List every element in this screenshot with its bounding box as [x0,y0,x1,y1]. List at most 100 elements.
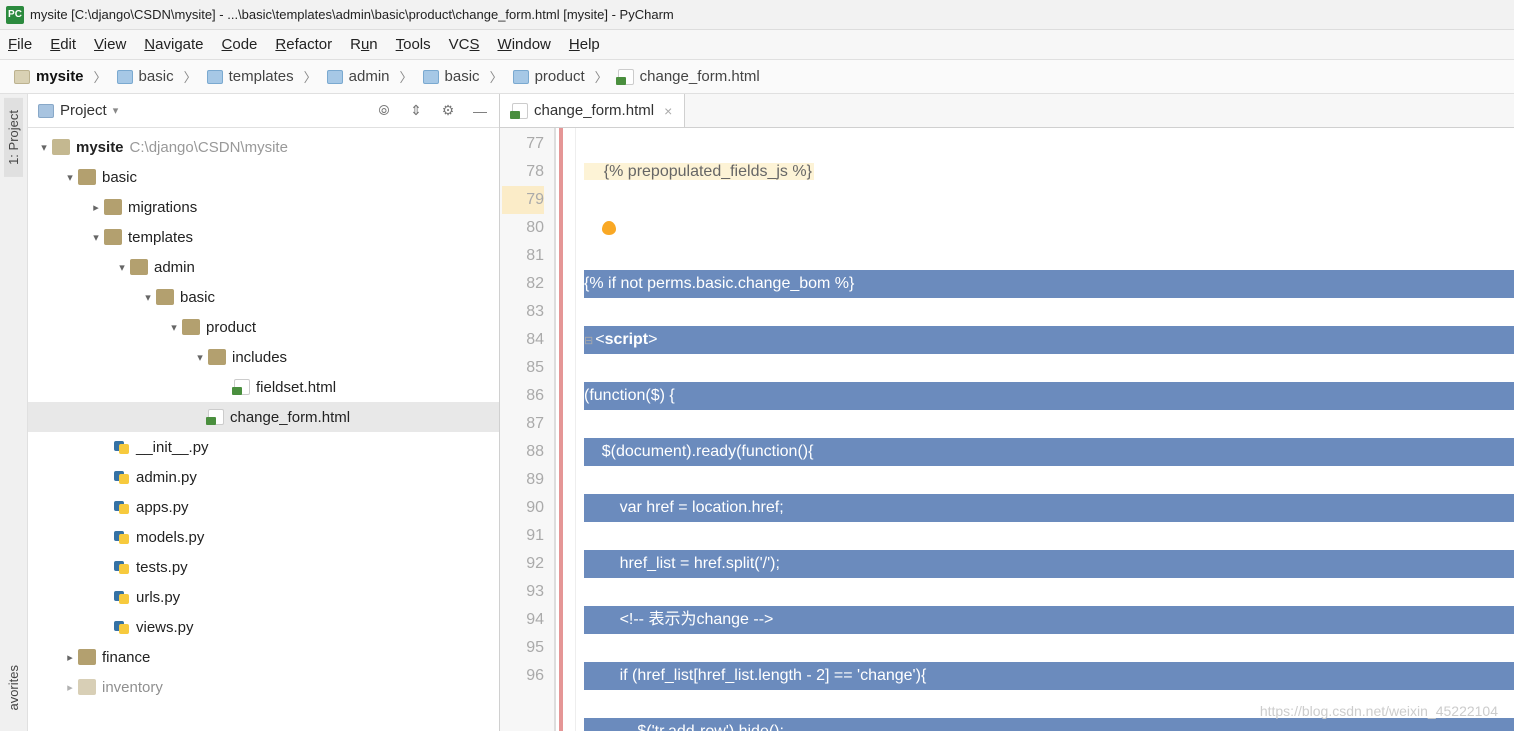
python-file-icon [114,619,130,635]
chevron-down-icon[interactable]: ▾ [166,321,182,334]
code-line: if (href_list[href_list.length - 2] == '… [584,662,1514,690]
chevron-down-icon[interactable]: ▾ [88,231,104,244]
tree-label: change_form.html [230,409,350,426]
line-number: 83 [502,298,544,326]
chevron-right-icon[interactable]: ▸ [62,651,78,664]
tree-label: migrations [128,199,197,216]
tree-admin-py[interactable]: admin.py [28,462,499,492]
tree-label: admin.py [136,469,197,486]
menu-run[interactable]: Run [350,36,378,53]
menu-view[interactable]: View [94,36,126,53]
tree-urls-py[interactable]: urls.py [28,582,499,612]
chevron-down-icon: ▾ [113,104,119,117]
crumb-label: basic [139,68,174,85]
menu-tools[interactable]: Tools [396,36,431,53]
menu-code[interactable]: Code [222,36,258,53]
tree-templates[interactable]: ▾ templates [28,222,499,252]
chevron-down-icon[interactable]: ▾ [62,171,78,184]
tree-tests-py[interactable]: tests.py [28,552,499,582]
folder-icon [78,649,96,665]
chevron-right-icon: 〉 [304,67,317,86]
tree-apps-py[interactable]: apps.py [28,492,499,522]
tree-fieldset[interactable]: fieldset.html [28,372,499,402]
python-file-icon [114,469,130,485]
chevron-down-icon[interactable]: ▾ [114,261,130,274]
tree-init[interactable]: __init__.py [28,432,499,462]
project-panel-title[interactable]: Project ▾ [38,102,118,119]
chevron-right-icon[interactable]: ▸ [88,201,104,214]
crumb-basic2[interactable]: basic [419,66,484,87]
code-line: <!-- 表示为change --> [584,606,1514,634]
collapse-icon[interactable]: ⇕ [407,102,425,120]
bulb-icon[interactable] [602,221,616,235]
gear-icon[interactable]: ⚙ [439,102,457,120]
tree-views-py[interactable]: views.py [28,612,499,642]
tree-change-form[interactable]: change_form.html [28,402,499,432]
crumb-file[interactable]: change_form.html [614,66,764,87]
line-number: 84 [502,326,544,354]
line-number: 79 [502,186,544,214]
tree-label: apps.py [136,499,189,516]
code-line: (function($) { [584,382,1514,410]
html-file-icon [512,103,528,119]
tree-includes[interactable]: ▾ includes [28,342,499,372]
code-line [584,214,1514,242]
menu-refactor[interactable]: Refactor [275,36,332,53]
project-tree[interactable]: ▾ mysite C:\django\CSDN\mysite ▾ basic ▸… [28,128,499,731]
line-number: 95 [502,634,544,662]
line-number: 90 [502,494,544,522]
tree-label: admin [154,259,195,276]
folder-icon [327,70,343,84]
tool-tab-project[interactable]: 1: Project [4,98,23,177]
tree-admin[interactable]: ▾ admin [28,252,499,282]
tree-label: urls.py [136,589,180,606]
tree-label: tests.py [136,559,188,576]
tree-product[interactable]: ▾ product [28,312,499,342]
chevron-right-icon[interactable]: ▸ [62,681,78,694]
code-area[interactable]: {% prepopulated_fields_js %} {% if not p… [576,128,1514,731]
crumb-basic[interactable]: basic [113,66,178,87]
watermark: https://blog.csdn.net/weixin_45222104 [1260,697,1498,725]
minimize-icon[interactable]: — [471,102,489,120]
tree-migrations[interactable]: ▸ migrations [28,192,499,222]
editor-area: change_form.html × 77 78 79 80 81 82 83 … [500,94,1514,731]
menu-navigate[interactable]: Navigate [144,36,203,53]
tree-basic[interactable]: ▾ basic [28,162,499,192]
menu-window[interactable]: Window [498,36,551,53]
panel-title-label: Project [60,102,107,119]
tree-root[interactable]: ▾ mysite C:\django\CSDN\mysite [28,132,499,162]
error-stripe [559,128,563,731]
close-icon[interactable]: × [664,103,672,119]
chevron-down-icon[interactable]: ▾ [140,291,156,304]
crumb-root[interactable]: mysite [10,66,88,87]
fold-open-icon[interactable]: ⊟ [584,335,593,347]
editor-tab-change-form[interactable]: change_form.html × [500,94,685,127]
tool-tab-favorites[interactable]: avorites [4,653,23,723]
tree-basic2[interactable]: ▾ basic [28,282,499,312]
crumb-product[interactable]: product [509,66,589,87]
chevron-down-icon[interactable]: ▾ [192,351,208,364]
tree-finance[interactable]: ▸ finance [28,642,499,672]
tree-inventory[interactable]: ▸ inventory [28,672,499,702]
tree-label: finance [102,649,150,666]
chevron-right-icon: 〉 [94,67,107,86]
tree-models-py[interactable]: models.py [28,522,499,552]
python-file-icon [114,559,130,575]
tree-label: basic [180,289,215,306]
menu-file[interactable]: File [8,36,32,53]
line-number: 77 [502,130,544,158]
folder-icon [104,229,122,245]
folder-icon [207,70,223,84]
locate-icon[interactable]: ⦾ [375,102,393,120]
app-icon: PC [6,6,24,24]
menu-edit[interactable]: Edit [50,36,76,53]
tree-label: basic [102,169,137,186]
menu-help[interactable]: Help [569,36,600,53]
crumb-admin[interactable]: admin [323,66,394,87]
crumb-templates[interactable]: templates [203,66,298,87]
editor-body[interactable]: 77 78 79 80 81 82 83 84 85 86 87 88 89 9… [500,128,1514,731]
menubar: File Edit View Navigate Code Refactor Ru… [0,30,1514,60]
line-number: 91 [502,522,544,550]
menu-vcs[interactable]: VCS [449,36,480,53]
chevron-down-icon[interactable]: ▾ [36,141,52,154]
